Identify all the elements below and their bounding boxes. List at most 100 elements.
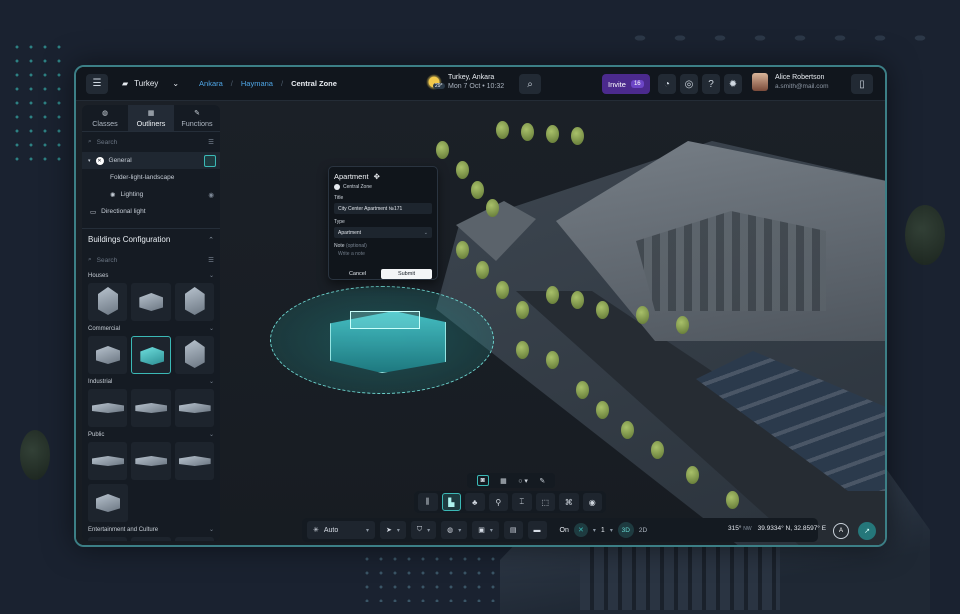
globe-select[interactable]: ◍ ▾	[441, 521, 468, 539]
camera-icon[interactable]: ◙	[476, 475, 489, 486]
grid-icon[interactable]: ▦	[500, 477, 507, 485]
weather-widget[interactable]: 29° Turkey, Ankara Mon 7 Oct • 10:32	[426, 73, 504, 91]
visibility-toggle[interactable]	[204, 154, 216, 167]
category-houses[interactable]: Houses ⌄	[82, 270, 220, 281]
category-commercial[interactable]: Commercial ⌄	[82, 323, 220, 334]
building-thumbnail[interactable]	[88, 484, 128, 522]
map-button[interactable]: ▤	[503, 521, 523, 539]
chevron-down-icon: ▾	[396, 527, 400, 534]
country-selector[interactable]: ▰ Turkey ⌄	[118, 77, 183, 90]
tab-classes[interactable]: ◍ Classes	[82, 105, 128, 131]
mode-select[interactable]: ✳ Auto ▾	[307, 521, 375, 539]
search-button[interactable]: ⌕	[519, 74, 541, 94]
navigate-button[interactable]: ↗	[858, 522, 876, 540]
invite-button[interactable]: Invite 16	[602, 74, 650, 94]
filter-icon[interactable]: ☰	[208, 256, 214, 264]
note-textarea[interactable]: Write a note	[334, 251, 432, 263]
chevron-down-icon: ▾	[427, 527, 431, 534]
tab-outliners[interactable]: ▦ Outliners	[128, 105, 174, 131]
category-industrial[interactable]: Industrial ⌄	[82, 376, 220, 387]
heading-direction: NW	[743, 526, 752, 532]
columns-tool-button[interactable]: ⫼	[418, 493, 438, 511]
building-thumbnail[interactable]	[88, 537, 128, 541]
user-menu[interactable]: Alice Robertson a.smith@mail.com ⋮	[752, 73, 866, 91]
tree-item-directional-light[interactable]: ▭ Directional light	[82, 203, 220, 220]
type-select[interactable]: Apartment ⌄	[334, 227, 432, 238]
close-icon[interactable]: ✕	[573, 523, 588, 537]
tree-item-folder[interactable]: Folder-light-landscape	[82, 169, 220, 186]
breadcrumb-haymana[interactable]: Haymana	[241, 79, 273, 88]
coordinates-readout: 315° NW 39.9334° N, 32.8597° E	[728, 525, 826, 532]
title-input[interactable]: City Center Apartment №171	[334, 203, 432, 214]
comment-button[interactable]: ▬	[527, 521, 547, 539]
area-tool-button[interactable]: ⬚	[535, 493, 556, 511]
image-select[interactable]: ▣ ▾	[472, 521, 499, 539]
building-thumbnail[interactable]	[88, 442, 128, 480]
tree	[476, 261, 489, 279]
menu-button[interactable]: ☰	[86, 73, 108, 94]
breadcrumb-ankara[interactable]: Ankara	[199, 79, 223, 88]
building-thumbnail[interactable]	[88, 336, 128, 374]
toggle-panel-button[interactable]: ▯	[851, 74, 873, 94]
building-thumbnail[interactable]	[131, 537, 171, 541]
transform-tool-button[interactable]: ⌘	[559, 493, 579, 511]
chat-button[interactable]: ◎	[680, 74, 698, 94]
building-thumbnail[interactable]	[174, 283, 214, 321]
notifications-button[interactable]: ◔	[658, 74, 676, 94]
view-3d-toggle[interactable]: 3D	[617, 522, 634, 538]
tab-functions[interactable]: ✎ Functions	[174, 105, 220, 131]
app-window: ☰ ▰ Turkey ⌄ Ankara / Haymana / Central …	[74, 65, 887, 547]
submit-button[interactable]: Submit	[381, 269, 432, 279]
move-icon[interactable]: ✥	[374, 172, 380, 181]
circle-dropdown-icon[interactable]: ○ ▾	[518, 477, 528, 485]
popup-zone: Central Zone	[343, 184, 372, 190]
filter-icon[interactable]: ☰	[208, 138, 214, 146]
shield-select[interactable]: ⛉ ▾	[410, 521, 437, 539]
location-tool-button[interactable]: ◉	[582, 493, 603, 511]
tree-item-general[interactable]: ▾ ✕ General	[82, 152, 220, 169]
category-public[interactable]: Public ⌄	[82, 429, 220, 440]
help-button[interactable]: ?	[702, 74, 720, 94]
cancel-button[interactable]: Cancel	[334, 271, 381, 277]
outliner-search[interactable]: ⌕ Search ☰	[82, 132, 220, 152]
location-icon: ◉	[588, 497, 596, 507]
pen-icon[interactable]: ✎	[539, 477, 545, 485]
tree-item-lighting[interactable]: ✺ Lighting ◉	[82, 186, 220, 203]
eye-icon[interactable]: ◉	[208, 191, 214, 199]
stamp-tool-button[interactable]: ⚲	[488, 493, 509, 511]
building-tool-button[interactable]: ▙	[441, 493, 462, 511]
category-entertainment[interactable]: Entertainment and Culture ⌄	[82, 524, 220, 535]
chevron-down-icon[interactable]: ▾	[610, 527, 613, 534]
building-thumbnail[interactable]	[174, 389, 214, 427]
tree	[521, 123, 534, 141]
building-thumbnail[interactable]	[131, 283, 171, 321]
tree-tool-button[interactable]: ♣	[465, 493, 485, 511]
chevron-down-icon: ⌄	[208, 379, 214, 385]
category-label: Houses	[88, 272, 109, 279]
building-thumbnail[interactable]	[174, 336, 215, 374]
tree	[571, 291, 584, 309]
buildings-config-header[interactable]: Buildings Configuration ⌃	[82, 228, 220, 250]
chevron-down-icon: ⌄	[208, 326, 214, 332]
view-2d-toggle[interactable]: 2D	[639, 527, 647, 534]
building-thumbnail[interactable]	[88, 389, 128, 427]
panel-icon: ▯	[859, 78, 865, 90]
tree	[596, 301, 609, 319]
text-tool-button[interactable]: ⌶	[512, 493, 532, 511]
public-thumbnails-2	[82, 482, 220, 524]
buildings-search[interactable]: ⌕ Search ☰	[82, 250, 220, 270]
building-thumbnail[interactable]	[174, 442, 214, 480]
chevron-down-icon: ⌄	[208, 273, 214, 279]
settings-button[interactable]: ✹	[724, 74, 742, 94]
building-thumbnail[interactable]	[131, 389, 171, 427]
building-thumbnail[interactable]	[174, 537, 214, 541]
tab-label: Classes	[92, 118, 118, 128]
shield-icon: ⛉	[416, 526, 423, 533]
building-thumbnail[interactable]	[131, 442, 171, 480]
chevron-down-icon: ▾	[88, 157, 91, 164]
building-thumbnail-selected[interactable]	[131, 336, 171, 374]
chevron-down-icon[interactable]: ▾	[593, 527, 596, 534]
compass-icon[interactable]: A	[833, 523, 849, 539]
building-thumbnail[interactable]	[88, 283, 128, 321]
cursor-select[interactable]: ➤ ▾	[380, 521, 406, 539]
